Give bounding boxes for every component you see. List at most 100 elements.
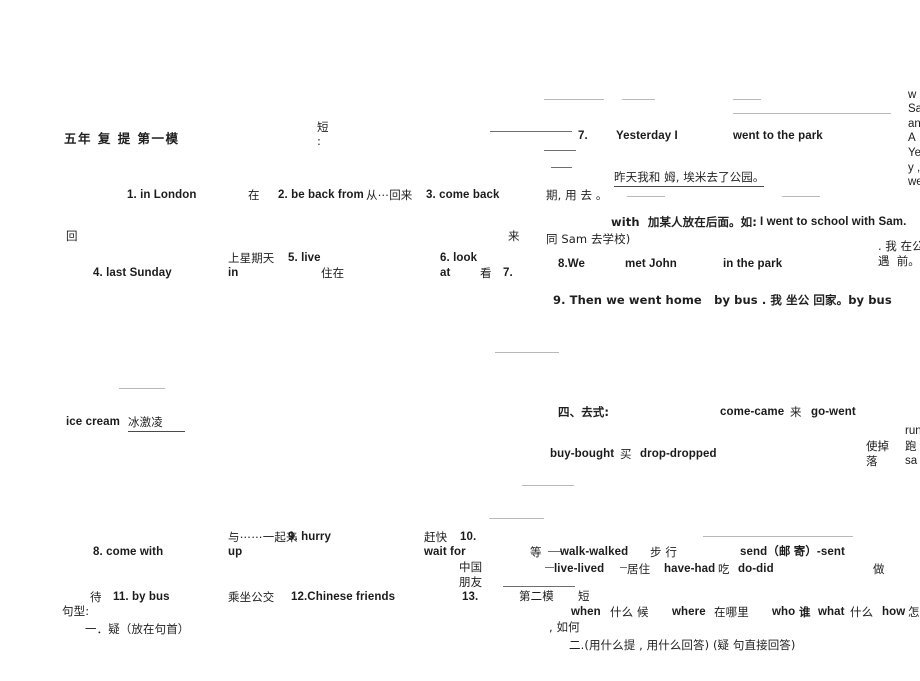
question-word-what: what bbox=[818, 606, 845, 618]
vocab-item-1: 1. in London bbox=[127, 189, 197, 201]
clipped-gloss-b: 遇 前。 bbox=[878, 254, 920, 268]
verb-pair-4: drop-dropped bbox=[640, 448, 717, 460]
verb-pair-1: come-came bbox=[720, 406, 785, 418]
question-word-how-gloss-2: , 如何 bbox=[549, 620, 580, 634]
vocab-item-10-number: 10. bbox=[460, 531, 477, 543]
question-word-what-gloss: 什么 bbox=[850, 605, 874, 619]
clipped-right-line-7: we bbox=[908, 176, 920, 188]
underline-mark bbox=[490, 131, 572, 132]
example-8-english-b: in the park bbox=[723, 258, 783, 270]
underline-mark bbox=[522, 485, 574, 486]
underline-mark bbox=[620, 567, 627, 568]
question-word-who-gloss: 谁 bbox=[799, 605, 811, 619]
question-word-where-gloss: 在哪里 bbox=[714, 605, 749, 619]
gloss-luo: 落 bbox=[866, 454, 878, 468]
with-note-chinese-2: 同 Sam 去学校) bbox=[546, 232, 631, 246]
example-9-line: 9. Then we went home by bus . 我 坐公 回家。by… bbox=[553, 293, 892, 307]
tense-note: 期, 用 去 。 bbox=[546, 188, 608, 202]
question-word-how-gloss: 怎 bbox=[908, 605, 920, 619]
question-word-when: when bbox=[571, 606, 601, 618]
vocab-item-6-gloss: 看 bbox=[480, 266, 492, 280]
vocab-item-1-gloss: 在 bbox=[248, 188, 260, 202]
vocab-item-2-gloss: 从⋯回来 bbox=[366, 188, 413, 202]
underline-mark bbox=[622, 99, 655, 100]
underline-mark bbox=[703, 536, 853, 537]
vocab-item-10: wait for bbox=[424, 546, 466, 558]
question-word-where: where bbox=[672, 606, 706, 618]
vocab-item-3-gloss-2: 来 bbox=[508, 229, 520, 243]
vocab-item-12-gloss-b: 朋友 bbox=[459, 575, 483, 589]
with-keyword: with 加某人放在后面。如: bbox=[611, 215, 757, 229]
clipped-right-line-4: A bbox=[908, 132, 916, 144]
verb-pair-6: send（邮 寄）-sent bbox=[740, 546, 845, 558]
vocab-item-3: 3. come back bbox=[426, 189, 500, 201]
vocab-item-7-number: 7. bbox=[503, 267, 513, 279]
clipped-right-line-2: Sa bbox=[908, 103, 920, 115]
verb-pair-2: go-went bbox=[811, 406, 856, 418]
verb-pair-1-gloss: 来 bbox=[790, 405, 802, 419]
hurry-gloss-text: 赶快 bbox=[424, 530, 448, 544]
verb-pair-7: live-lived bbox=[554, 563, 605, 575]
section-marker-colon: : bbox=[317, 134, 321, 148]
underline-mark bbox=[503, 586, 575, 587]
underline-mark bbox=[119, 388, 165, 389]
example-8-english-a: met John bbox=[625, 258, 677, 270]
example-7-chinese: 昨天我和 姆, 埃米去了公园。 bbox=[614, 170, 765, 187]
deng-gloss: 等 bbox=[530, 545, 542, 559]
example-7-english-b: went to the park bbox=[733, 130, 823, 142]
underline-mark bbox=[733, 99, 761, 100]
vocab-item-5: 5. live bbox=[288, 252, 321, 264]
clipped-verb-sa: sa bbox=[905, 455, 918, 467]
with-note-english: I went to school with Sam. bbox=[760, 216, 907, 228]
vocab-item-4-gloss: 上星期天 bbox=[228, 251, 275, 265]
vocab-item-3-gloss: 回 bbox=[66, 229, 78, 243]
vocab-item-9-gloss: 赶快 bbox=[424, 530, 447, 545]
verb-pair-5: walk-walked bbox=[560, 546, 629, 558]
underline-mark bbox=[551, 167, 572, 168]
past-tense-heading: 四、去式: bbox=[558, 405, 610, 419]
vocab-item-4: 4. last Sunday bbox=[93, 267, 172, 279]
example-7-number: 7. bbox=[578, 130, 588, 142]
underline-mark bbox=[544, 99, 604, 100]
vocab-item-12: 12.Chinese friends bbox=[291, 591, 396, 603]
vocab-item-6: 6. look bbox=[440, 252, 478, 264]
clipped-verb-pao: 跑 bbox=[905, 439, 917, 453]
module-two-heading: 第二模 bbox=[519, 589, 554, 603]
vocab-item-10-gloss: 待 bbox=[90, 590, 102, 604]
example-8-number: 8.We bbox=[558, 258, 586, 270]
vocab-item-13: 13. bbox=[462, 591, 479, 603]
scanned-worksheet-page: 五年 复 提 第一模 短 : 7. Yesterday I went to th… bbox=[0, 0, 920, 681]
verb-pair-8-gloss: 吃 bbox=[718, 562, 730, 576]
verb-pair-9: do-did bbox=[738, 563, 774, 575]
ice-cream-chinese: 冰激凌 bbox=[128, 415, 185, 432]
underline-mark bbox=[733, 113, 891, 114]
verb-pair-8: have-had bbox=[664, 563, 716, 575]
module-two-rule-two: 二.(用什么提 , 用什么回答) (疑 句直接回答) bbox=[569, 638, 796, 652]
clipped-right-line-3: an bbox=[908, 118, 920, 130]
verb-pair-7-gloss: 居住 bbox=[627, 562, 651, 576]
sentence-pattern-rule-one: 一．疑（放在句首） bbox=[85, 622, 190, 636]
vocab-item-8: 8. come with bbox=[93, 546, 164, 558]
vocab-item-5-gloss: 住在 bbox=[321, 266, 345, 280]
clipped-verb-run: run bbox=[905, 425, 920, 437]
vocab-item-9: 9. hurry bbox=[288, 531, 331, 543]
gloss-shidiao: 使掉 bbox=[866, 439, 889, 453]
clipped-right-line-6: y , bbox=[908, 162, 920, 174]
question-word-who: who bbox=[772, 606, 796, 618]
clipped-right-line-1: w bbox=[908, 89, 917, 101]
verb-pair-3: buy-bought bbox=[550, 448, 615, 460]
vocab-item-11: 11. by bus bbox=[113, 591, 170, 603]
ice-cream-english: ice cream bbox=[66, 415, 120, 430]
page-title: 五年 复 提 第一模 bbox=[64, 131, 180, 146]
question-word-how: how bbox=[882, 606, 906, 618]
vocab-item-11-gloss: 乘坐公交 bbox=[228, 590, 275, 604]
underline-mark bbox=[544, 150, 576, 151]
verb-pair-9-gloss: 做 bbox=[873, 562, 885, 576]
verb-pair-3-gloss: 买 bbox=[620, 447, 632, 461]
verb-pair-5-gloss: 步 行 bbox=[650, 545, 677, 559]
vocab-item-12-gloss-a: 中国 bbox=[459, 560, 483, 574]
vocab-item-5-cont: in bbox=[228, 267, 239, 279]
question-word-when-gloss: 什么 候 bbox=[610, 605, 649, 619]
sentence-pattern-label: 句型: bbox=[62, 604, 90, 618]
underline-mark bbox=[545, 567, 554, 568]
